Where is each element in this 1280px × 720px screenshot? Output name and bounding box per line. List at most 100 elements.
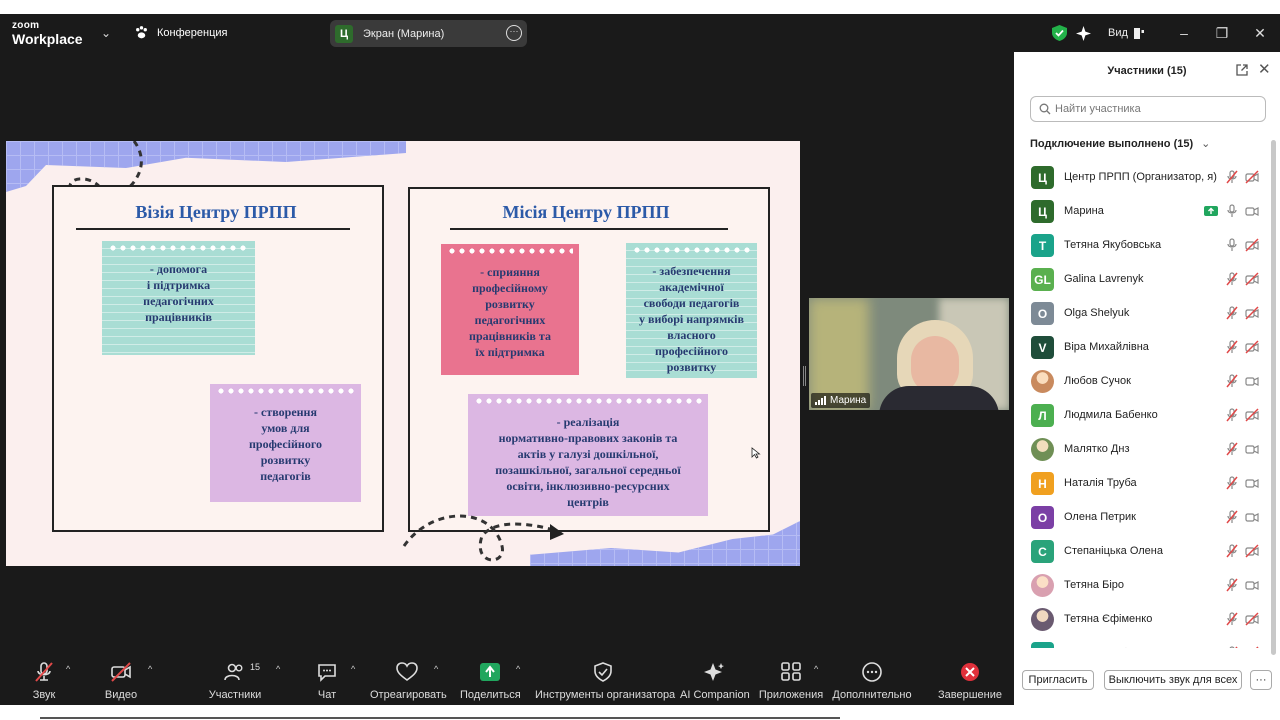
more-button[interactable]: Дополнительно [832,652,912,705]
participant-search-input[interactable]: Найти участника [1030,96,1266,122]
share-screen-button[interactable]: Поделиться [460,652,521,705]
mic-muted-icon[interactable] [1225,272,1239,286]
mic-muted-icon[interactable] [1225,612,1239,626]
chat-button[interactable]: Чат [310,652,344,705]
video-button[interactable]: Видео [99,652,143,705]
mic-muted-icon[interactable] [1225,340,1239,354]
mute-all-button[interactable]: Выключить звук для всех [1104,670,1242,690]
camera-off-icon[interactable] [1245,408,1259,422]
participant-row[interactable]: Ц Центр ПРПП (Организатор, я) [1014,160,1272,194]
meeting-info-button[interactable]: Конференция [134,25,227,40]
note-line: власного [667,328,716,342]
caret-up-icon[interactable]: ^ [148,664,152,674]
close-window-icon[interactable]: ✕ [1250,23,1270,43]
participant-row[interactable]: O Olga Shelyuk [1014,296,1272,330]
mic-muted-icon[interactable] [1225,442,1239,456]
camera-off-icon[interactable] [1245,306,1259,320]
participant-row[interactable]: Н Наталія Труба [1014,466,1272,500]
camera-off-icon[interactable] [1245,646,1259,648]
mic-icon[interactable] [1225,238,1239,252]
sparkle-icon[interactable] [1076,23,1091,43]
camera-off-icon[interactable] [1245,544,1259,558]
note-line: і підтримка [146,278,211,292]
pop-out-icon[interactable] [1236,64,1248,76]
sparkle-icon [704,663,724,681]
shield-check-icon[interactable] [1052,23,1067,43]
mouse-cursor-icon [751,447,761,459]
mic-muted-icon[interactable] [1225,476,1239,490]
participant-list-scrollbar[interactable] [1271,140,1276,655]
shared-screen-area: Візія Центру ПРПП - допомога і підтримка… [0,52,1013,652]
camera-off-icon[interactable] [1245,238,1259,252]
camera-icon[interactable] [1245,374,1259,388]
mic-muted-icon[interactable] [1225,510,1239,524]
mic-icon[interactable] [1225,204,1239,218]
participant-avatar: Ц [1031,200,1054,223]
participant-row[interactable]: Любов Сучок [1014,364,1272,398]
note-mission-legislation: - реалізація нормативно-правових законів… [468,394,708,516]
participant-row[interactable]: V Віра Михайлівна [1014,330,1272,364]
invite-button[interactable]: Пригласить [1022,670,1094,690]
ai-companion-button[interactable]: AI Companion [680,652,750,705]
participant-row[interactable]: Тетяна Єфіменко [1014,602,1272,636]
connected-section-header[interactable]: Подключение выполнено (15) ⌄ [1030,137,1210,150]
mic-muted-icon[interactable] [1225,578,1239,592]
participant-row[interactable]: Тетяна Біро [1014,568,1272,602]
sharer-avatar: Ц [335,24,353,43]
people-icon [224,663,243,681]
mic-muted-icon[interactable] [1225,170,1239,184]
camera-off-icon[interactable] [1245,170,1259,184]
participant-row[interactable]: Малятко Днз [1014,432,1272,466]
participant-row[interactable]: Л Людмила Бабенко [1014,398,1272,432]
react-button[interactable]: Отреагировать [370,652,447,705]
camera-off-icon[interactable] [1245,612,1259,626]
mic-muted-icon[interactable] [1225,544,1239,558]
end-label: Завершение [938,689,1002,701]
mic-muted-icon[interactable] [1225,374,1239,388]
mic-muted-icon[interactable] [1225,306,1239,320]
minimize-icon[interactable]: – [1174,23,1194,43]
caret-up-icon[interactable]: ^ [434,664,438,674]
camera-icon[interactable] [1245,510,1259,524]
share-label: Поделиться [460,689,521,701]
apps-button[interactable]: Приложения [758,652,824,705]
caret-up-icon[interactable]: ^ [814,664,818,674]
mic-muted-icon[interactable] [1225,408,1239,422]
splitter-handle[interactable] [803,366,806,386]
caret-up-icon[interactable]: ^ [516,664,520,674]
screen-share-pill[interactable]: Ц Экран (Марина) ··· [330,20,527,47]
end-meeting-button[interactable]: Завершение [938,652,1002,705]
participant-row[interactable]: С Степаніцька Олена [1014,534,1272,568]
speaker-video-tile[interactable]: Марина [809,298,1009,410]
camera-off-icon[interactable] [1245,340,1259,354]
participant-row[interactable]: Т Тетяна Якубовська [1014,228,1272,262]
participant-avatar: V [1031,336,1054,359]
participants-button[interactable]: Участники [205,652,265,705]
caret-up-icon[interactable]: ^ [276,664,280,674]
restore-icon[interactable]: ❐ [1212,23,1232,43]
camera-icon[interactable] [1245,442,1259,456]
more-options-icon[interactable]: ··· [506,25,522,41]
participant-row[interactable]: Ц Марина [1014,194,1272,228]
close-panel-icon[interactable]: ✕ [1258,60,1271,78]
shield-icon [594,662,612,682]
camera-icon[interactable] [1245,578,1259,592]
mic-muted-icon[interactable] [1225,646,1239,648]
camera-icon[interactable] [1245,204,1259,218]
participant-name: Центр ПРПП (Организатор, я) [1064,171,1217,183]
participant-name: Людмила Бабенко [1064,409,1158,421]
host-tools-button[interactable]: Инструменты организатора [535,652,675,705]
participant-row[interactable]: Т Тетяна Якубовська [1014,636,1272,648]
chevron-down-icon[interactable]: ⌄ [101,26,111,40]
caret-up-icon[interactable]: ^ [351,664,355,674]
camera-icon[interactable] [1245,476,1259,490]
caret-up-icon[interactable]: ^ [66,664,70,674]
audio-button[interactable]: Звук [22,652,66,705]
note-line: професійного [654,344,728,358]
participant-row[interactable]: GL Galina Lavrenyk [1014,262,1272,296]
more-dots-icon [862,662,882,682]
camera-off-icon[interactable] [1245,272,1259,286]
view-button[interactable]: Вид [1108,23,1146,43]
panel-more-button[interactable]: ··· [1250,670,1272,690]
participant-row[interactable]: О Олена Петрик [1014,500,1272,534]
